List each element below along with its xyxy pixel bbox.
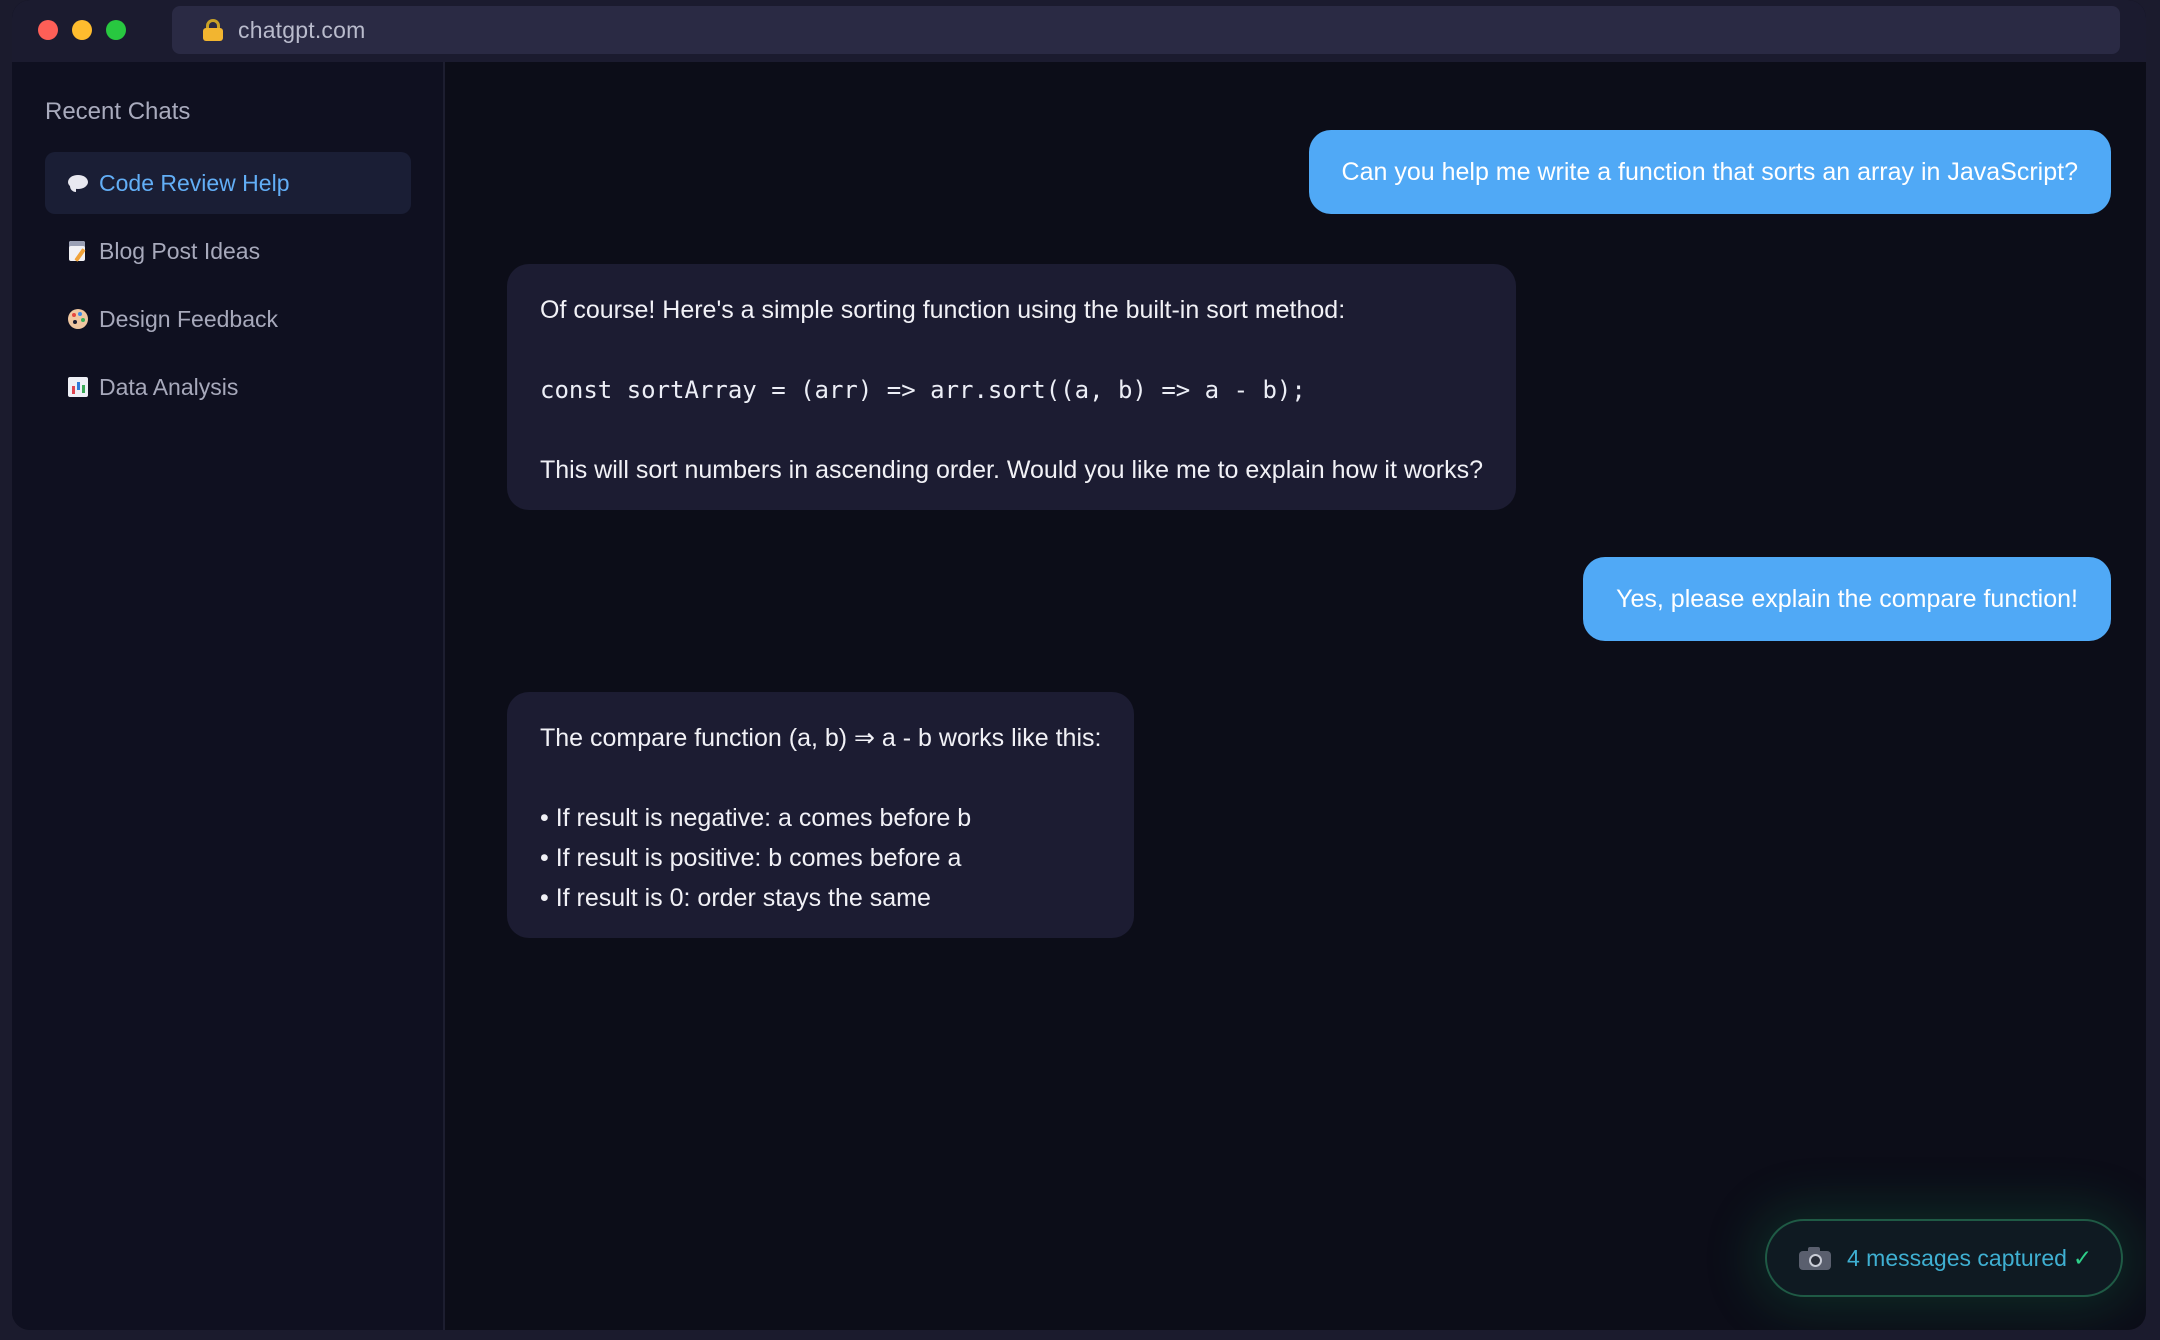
capture-status-text: 4 messages captured xyxy=(1847,1244,2067,1271)
sidebar-item-design-feedback[interactable]: Design Feedback xyxy=(45,288,411,350)
lock-icon xyxy=(202,19,224,41)
user-message: Yes, please explain the compare function… xyxy=(1583,557,2111,641)
sidebar-heading: Recent Chats xyxy=(45,98,191,125)
close-window-button[interactable] xyxy=(38,20,58,40)
bar-chart-icon xyxy=(67,376,89,398)
sidebar-item-label: Blog Post Ideas xyxy=(99,237,261,264)
bullet-item: • If result is negative: a comes before … xyxy=(540,804,972,832)
palette-icon xyxy=(67,308,89,330)
sidebar-item-code-review-help[interactable]: Code Review Help xyxy=(45,152,411,214)
capture-status-badge[interactable]: 4 messages captured ✓ xyxy=(1765,1219,2123,1297)
code-snippet: const sortArray = (arr) => arr.sort((a, … xyxy=(540,376,1306,404)
url-text: chatgpt.com xyxy=(238,16,366,43)
user-message: Can you help me write a function that so… xyxy=(1308,130,2111,214)
sidebar-item-label: Code Review Help xyxy=(99,169,290,196)
maximize-window-button[interactable] xyxy=(106,20,126,40)
memo-icon xyxy=(67,240,89,262)
sidebar-item-label: Design Feedback xyxy=(99,305,278,332)
title-bar: chatgpt.com xyxy=(12,0,2146,62)
message-text: Yes, please explain the compare function… xyxy=(1616,585,2078,613)
chat-thread: Can you help me write a function that so… xyxy=(447,62,2146,1330)
check-icon: ✓ xyxy=(2072,1244,2093,1271)
camera-icon xyxy=(1799,1246,1831,1270)
speech-bubble-icon xyxy=(67,172,89,194)
sidebar: Recent Chats Code Review Help Blog Post … xyxy=(12,62,445,1330)
bullet-item: • If result is positive: b comes before … xyxy=(540,844,962,872)
sidebar-item-label: Data Analysis xyxy=(99,373,239,400)
assistant-message: The compare function (a, b) ⇒ a - b work… xyxy=(507,692,1135,938)
bullet-item: • If result is 0: order stays the same xyxy=(540,884,931,912)
assistant-message: Of course! Here's a simple sorting funct… xyxy=(507,264,1517,510)
browser-window: chatgpt.com Recent Chats Code Review Hel… xyxy=(12,0,2146,1330)
recent-chats-list: Code Review Help Blog Post Ideas Design … xyxy=(45,152,411,424)
address-bar[interactable]: chatgpt.com xyxy=(172,6,2120,54)
message-text: Can you help me write a function that so… xyxy=(1341,158,2078,186)
message-text: Of course! Here's a simple sorting funct… xyxy=(540,296,1346,324)
message-text: The compare function (a, b) ⇒ a - b work… xyxy=(540,724,1102,752)
sidebar-item-data-analysis[interactable]: Data Analysis xyxy=(45,356,411,418)
sidebar-item-blog-post-ideas[interactable]: Blog Post Ideas xyxy=(45,220,411,282)
message-text: This will sort numbers in ascending orde… xyxy=(540,456,1484,484)
minimize-window-button[interactable] xyxy=(72,20,92,40)
